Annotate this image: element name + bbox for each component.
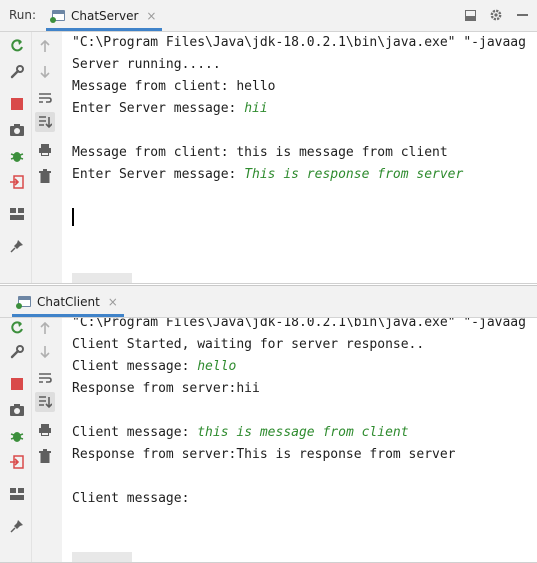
tab-chatclient[interactable]: ChatClient × [12, 286, 124, 317]
console-line: Enter Server message: This is response f… [72, 167, 464, 182]
horizontal-scrollbar[interactable] [72, 273, 132, 283]
active-tab-indicator [12, 314, 124, 317]
user-input-text: this is message from client [197, 425, 409, 440]
run-pane-chatclient: ChatClient × "C:\Program Files\Java\jdk-… [0, 285, 537, 563]
scroll-to-end-icon[interactable] [35, 112, 55, 132]
stop-icon[interactable] [7, 374, 27, 394]
stop-icon[interactable] [7, 94, 27, 114]
pin-icon[interactable] [7, 516, 27, 536]
debug-bug-icon[interactable] [7, 146, 27, 166]
active-tab-indicator [46, 28, 163, 31]
soft-wrap-icon[interactable] [35, 368, 55, 388]
run-toolbar [0, 32, 62, 283]
pin-icon[interactable] [7, 236, 27, 256]
down-arrow-icon[interactable] [35, 342, 55, 362]
console-icon [50, 10, 65, 23]
up-arrow-icon[interactable] [35, 36, 55, 56]
console-line: Message from client: hello [72, 79, 276, 94]
rerun-icon[interactable] [7, 36, 27, 56]
up-arrow-icon[interactable] [35, 318, 55, 338]
user-input-text: This is response from server [244, 167, 464, 182]
console-line: Client Started, waiting for server respo… [72, 337, 425, 352]
debug-bug-icon[interactable] [7, 426, 27, 446]
console-line: "C:\Program Files\Java\jdk-18.0.2.1\bin\… [72, 318, 526, 330]
horizontal-scrollbar[interactable] [72, 552, 132, 562]
console-line: Response from server:This is response fr… [72, 447, 456, 462]
run-pane-chatserver: Run: ChatServer × "C:\Program Files\Java… [0, 0, 537, 284]
close-icon[interactable]: × [108, 295, 118, 309]
run-label: Run: [9, 8, 37, 22]
gear-icon[interactable] [489, 8, 503, 22]
exit-icon[interactable] [7, 172, 27, 192]
text-cursor [72, 208, 74, 226]
console-output[interactable]: "C:\Program Files\Java\jdk-18.0.2.1\bin\… [62, 318, 537, 562]
soft-wrap-icon[interactable] [35, 88, 55, 108]
user-input-text: hello [197, 359, 237, 374]
console-line: Client message: [72, 491, 190, 506]
close-icon[interactable]: × [146, 9, 156, 23]
minimize-icon[interactable] [515, 8, 529, 22]
down-arrow-icon[interactable] [35, 62, 55, 82]
console-line: Server running..... [72, 57, 221, 72]
run-tabbar: Run: ChatServer × [0, 0, 537, 32]
scroll-to-end-icon[interactable] [35, 392, 55, 412]
console-line: "C:\Program Files\Java\jdk-18.0.2.1\bin\… [72, 35, 526, 50]
tab-label: ChatClient [37, 294, 100, 309]
wrench-icon[interactable] [7, 62, 27, 82]
hide-panel-icon[interactable] [463, 8, 477, 22]
console-line: Client message: this is message from cli… [72, 425, 409, 440]
camera-icon[interactable] [7, 400, 27, 420]
trash-icon[interactable] [35, 166, 55, 186]
print-icon[interactable] [35, 420, 55, 440]
run-toolbar [0, 318, 62, 562]
console-output[interactable]: "C:\Program Files\Java\jdk-18.0.2.1\bin\… [62, 32, 537, 283]
user-input-text: hii [244, 101, 268, 116]
console-icon [16, 296, 31, 309]
panel-controls [463, 8, 529, 22]
console-line: Enter Server message: hii [72, 101, 268, 116]
console-line: Client message: hello [72, 359, 237, 374]
wrench-icon[interactable] [7, 342, 27, 362]
layout-icon[interactable] [7, 484, 27, 504]
rerun-icon[interactable] [7, 318, 27, 338]
console-line: Response from server:hii [72, 381, 260, 396]
tab-label: ChatServer [71, 8, 139, 23]
exit-icon[interactable] [7, 452, 27, 472]
print-icon[interactable] [35, 140, 55, 160]
run-tabbar: ChatClient × [0, 286, 537, 318]
console-line: Message from client: this is message fro… [72, 145, 448, 160]
trash-icon[interactable] [35, 446, 55, 466]
tab-chatserver[interactable]: ChatServer × [46, 0, 163, 31]
layout-icon[interactable] [7, 204, 27, 224]
camera-icon[interactable] [7, 120, 27, 140]
